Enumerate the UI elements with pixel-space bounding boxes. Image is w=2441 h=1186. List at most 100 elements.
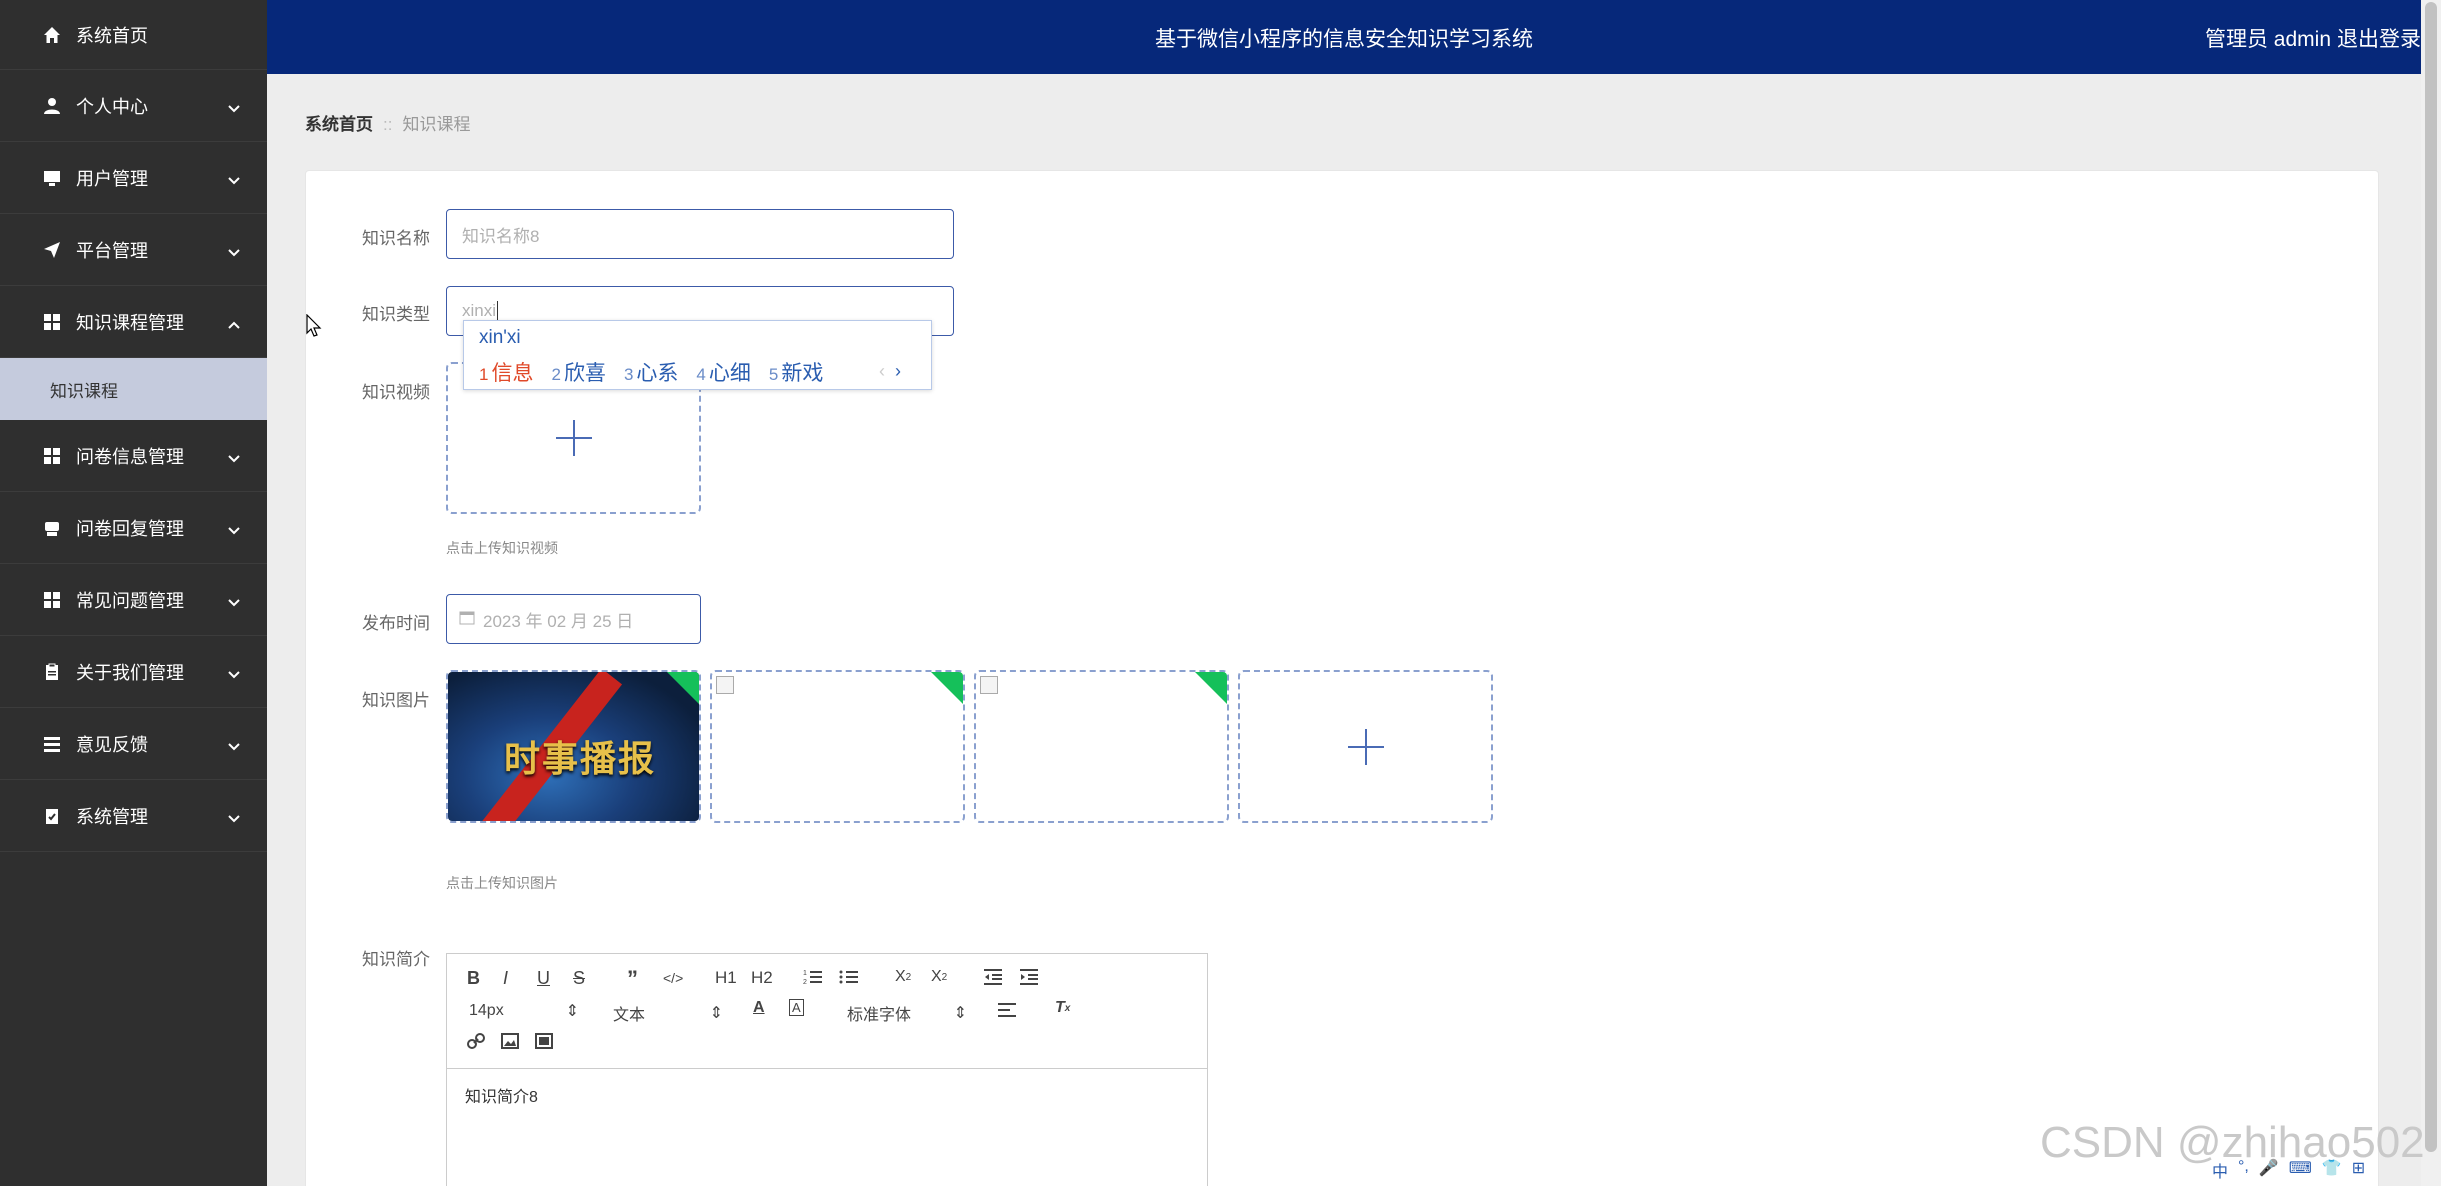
sidebar-item-feedback[interactable]: 意见反馈 (0, 708, 267, 780)
svg-text:2: 2 (803, 979, 807, 986)
bullet-list-icon[interactable] (839, 968, 859, 986)
sidebar-item-personal-center[interactable]: 个人中心 (0, 70, 267, 142)
system-title: 基于微信小程序的信息安全知识学习系统 (1155, 28, 1533, 51)
mouse-cursor-icon (306, 314, 322, 337)
breadcrumb-separator: :: (383, 115, 393, 134)
sidebar-item-label: 知识课程管理 (76, 312, 184, 333)
video-label: 知识视频 (362, 383, 430, 402)
sidebar-item-about-management[interactable]: 关于我们管理 (0, 636, 267, 708)
upload-success-badge (930, 672, 963, 705)
ime-candidate[interactable]: 4 心细 (696, 357, 750, 387)
grid-icon (42, 446, 62, 466)
superscript-icon[interactable]: X2 (931, 968, 947, 986)
image-upload[interactable] (1238, 670, 1493, 823)
code-icon[interactable]: </> (663, 970, 683, 986)
ime-candidates: 1 信息 2 欣喜 3 心系 4 心细 5 新戏 (479, 357, 823, 387)
chevron-down-icon (227, 664, 241, 685)
sidebar-item-course-management[interactable]: 知识课程管理 (0, 286, 267, 358)
toolbox-icon[interactable]: ⊞ (2352, 1158, 2365, 1182)
video-icon[interactable] (535, 1032, 553, 1050)
image-label: 知识图片 (362, 691, 430, 710)
ime-prev-icon[interactable]: ‹ (879, 361, 885, 381)
upload-success-badge (1194, 672, 1227, 705)
skin-icon[interactable]: 👕 (2322, 1158, 2342, 1182)
user-icon (42, 96, 62, 116)
home-icon (42, 25, 62, 45)
chevron-down-icon (227, 736, 241, 757)
h1-icon[interactable]: H1 (715, 968, 737, 988)
sidebar-item-label: 意见反馈 (76, 734, 148, 755)
align-icon[interactable] (997, 1001, 1017, 1019)
image-thumbnail[interactable]: 时事播报 (446, 670, 701, 823)
ime-candidate[interactable]: 1 信息 (479, 357, 533, 387)
scrollbar-thumb[interactable] (2425, 2, 2437, 1152)
ime-next-icon[interactable]: › (895, 361, 901, 381)
intro-label: 知识简介 (362, 950, 430, 969)
sidebar-item-faq-management[interactable]: 常见问题管理 (0, 564, 267, 636)
strike-icon[interactable]: S (573, 968, 585, 989)
breadcrumb-home[interactable]: 系统首页 (305, 115, 373, 134)
ime-candidate[interactable]: 2 欣喜 (551, 357, 605, 387)
font-family-select[interactable]: 标准字体 ⇕ (847, 1001, 967, 1025)
ime-pinyin: xin'xi (479, 327, 521, 348)
date-picker[interactable]: 2023 年 02 月 25 日 (446, 594, 701, 644)
page-scrollbar[interactable] (2421, 0, 2441, 1186)
send-icon (42, 240, 62, 260)
image-thumbnail[interactable] (710, 670, 965, 823)
underline-icon[interactable]: U (537, 968, 550, 989)
chevron-down-icon (227, 520, 241, 541)
image-thumbnail[interactable] (974, 670, 1229, 823)
sidebar-item-label: 个人中心 (76, 96, 148, 117)
editor-content[interactable]: 知识简介8 (447, 1069, 1207, 1121)
sidebar-item-label: 系统管理 (76, 806, 148, 827)
h2-icon[interactable]: H2 (751, 968, 773, 988)
keyboard-icon[interactable]: ⌨ (2289, 1158, 2312, 1182)
ordered-list-icon[interactable]: 12 (803, 968, 823, 986)
font-color-icon[interactable]: A (753, 999, 765, 1017)
sidebar-item-label: 用户管理 (76, 168, 148, 189)
sidebar-item-questionnaire-management[interactable]: 问卷信息管理 (0, 420, 267, 492)
type-label: 知识类型 (362, 305, 430, 324)
font-size-select[interactable]: 14px ⇕ (469, 1001, 579, 1021)
video-tip: 点击上传知识视频 (446, 540, 558, 556)
sidebar-item-system-management[interactable]: 系统管理 (0, 780, 267, 852)
bold-icon[interactable]: B (467, 968, 480, 989)
sidebar-item-user-management[interactable]: 用户管理 (0, 142, 267, 214)
punctuation-icon[interactable]: °, (2238, 1158, 2249, 1182)
sidebar-item-label: 关于我们管理 (76, 662, 184, 683)
grid-icon (42, 312, 62, 332)
link-icon[interactable] (467, 1032, 485, 1050)
ime-candidate[interactable]: 5 新戏 (769, 357, 823, 387)
select-arrows-icon: ⇕ (565, 1003, 579, 1020)
broken-image-icon (980, 676, 998, 694)
clear-format-icon[interactable]: Tx (1055, 999, 1070, 1017)
blockquote-icon[interactable]: ” (627, 966, 638, 992)
outdent-icon[interactable] (983, 968, 1003, 986)
image-icon[interactable] (501, 1032, 519, 1050)
time-label: 发布时间 (362, 614, 430, 633)
sidebar-subitem-label: 知识课程 (50, 381, 118, 401)
heading-select[interactable]: 文本 ⇕ (613, 1001, 723, 1025)
sidebar-item-home[interactable]: 系统首页 (0, 0, 267, 70)
monitor-icon (42, 168, 62, 188)
sidebar-subitem-course[interactable]: 知识课程 (0, 358, 267, 420)
sidebar-item-platform-management[interactable]: 平台管理 (0, 214, 267, 286)
name-label: 知识名称 (362, 229, 430, 248)
logout-link[interactable]: 退出登录 (2337, 23, 2421, 53)
sidebar-item-label: 问卷信息管理 (76, 446, 184, 467)
ime-mode-icon[interactable]: 中 (2212, 1158, 2228, 1182)
microphone-icon[interactable]: 🎤 (2259, 1158, 2279, 1182)
italic-icon[interactable]: I (503, 968, 508, 989)
background-color-icon[interactable]: A (789, 999, 804, 1016)
ime-candidate[interactable]: 3 心系 (624, 357, 678, 387)
name-input[interactable]: 知识名称8 (446, 209, 954, 259)
indent-icon[interactable] (1019, 968, 1039, 986)
clipboard-icon (42, 662, 62, 682)
ime-candidate-popup: xin'xi 1 信息 2 欣喜 3 心系 4 心细 5 新戏 ‹ › (463, 320, 932, 390)
sidebar-item-label: 平台管理 (76, 240, 148, 261)
name-placeholder: 知识名称8 (462, 226, 540, 246)
subscript-icon[interactable]: X2 (895, 968, 911, 986)
sidebar-item-reply-management[interactable]: 问卷回复管理 (0, 492, 267, 564)
upload-success-badge (666, 672, 699, 705)
chevron-down-icon (227, 592, 241, 613)
